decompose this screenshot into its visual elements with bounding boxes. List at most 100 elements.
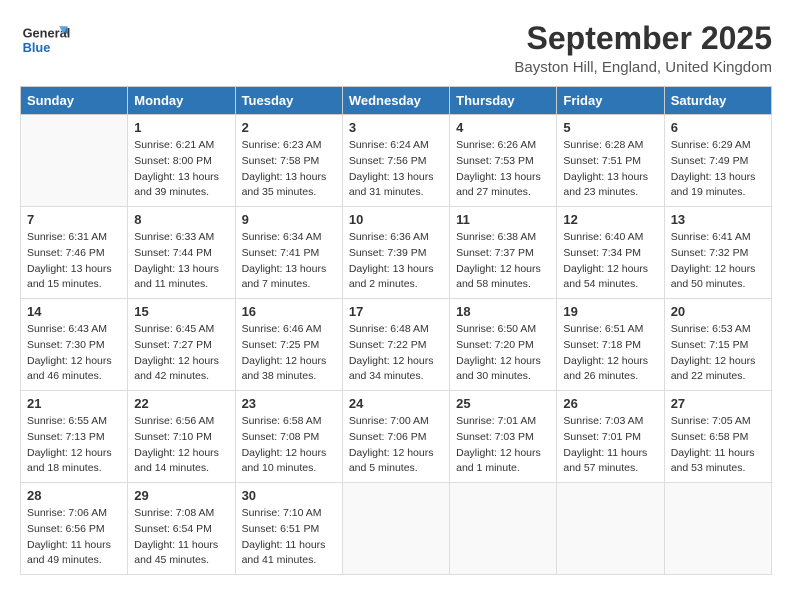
calendar-cell: 15Sunrise: 6:45 AMSunset: 7:27 PMDayligh… [128,299,235,391]
day-detail: Sunrise: 7:01 AMSunset: 7:03 PMDaylight:… [456,414,550,477]
day-detail: Sunrise: 6:45 AMSunset: 7:27 PMDaylight:… [134,322,228,385]
calendar-cell: 11 Sunrise: 6:38 AMSunset: 7:37 PMDayligh… [450,207,557,299]
calendar-cell [664,483,771,575]
calendar-cell: 12 Sunrise: 6:40 AMSunset: 7:34 PMDayligh… [557,207,664,299]
calendar-cell: 23 Sunrise: 6:58 AMSunset: 7:08 PMDayligh… [235,391,342,483]
day-number: 17 [349,304,443,319]
calendar-cell: 24 Sunrise: 7:00 AMSunset: 7:06 PMDayligh… [342,391,449,483]
week-row-4: 21 Sunrise: 6:55 AMSunset: 7:13 PMDayligh… [21,391,772,483]
calendar-cell: 19 Sunrise: 6:51 AMSunset: 7:18 PMDayligh… [557,299,664,391]
header-saturday: Saturday [664,87,771,115]
calendar-cell: 3Sunrise: 6:24 AMSunset: 7:56 PMDaylight… [342,115,449,207]
calendar-cell [342,483,449,575]
day-number: 19 [563,304,657,319]
day-number: 10 [349,212,443,227]
day-number: 21 [27,396,121,411]
day-number: 4 [456,120,550,135]
day-detail: Sunrise: 6:36 AMSunset: 7:39 PMDaylight:… [349,230,443,293]
week-row-1: 1 Sunrise: 6:21 AMSunset: 8:00 PMDaylight… [21,115,772,207]
calendar-cell: 2 Sunrise: 6:23 AMSunset: 7:58 PMDaylight… [235,115,342,207]
day-number: 6 [671,120,765,135]
calendar-cell: 27 Sunrise: 7:05 AMSunset: 6:58 PMDayligh… [664,391,771,483]
calendar-cell: 10 Sunrise: 6:36 AMSunset: 7:39 PMDayligh… [342,207,449,299]
calendar-cell [450,483,557,575]
month-title: September 2025 [514,20,772,57]
week-row-3: 14 Sunrise: 6:43 AMSunset: 7:30 PMDayligh… [21,299,772,391]
day-detail: Sunrise: 7:03 AMSunset: 7:01 PMDaylight:… [563,414,657,477]
page-header: General Blue September 2025 Bayston Hill… [20,20,772,76]
day-detail: Sunrise: 6:33 AMSunset: 7:44 PMDaylight:… [134,230,228,293]
calendar-cell: 25 Sunrise: 7:01 AMSunset: 7:03 PMDayligh… [450,391,557,483]
day-detail: Sunrise: 6:53 AMSunset: 7:15 PMDaylight:… [671,322,765,385]
day-number: 1 [134,120,228,135]
day-detail: Sunrise: 6:40 AMSunset: 7:34 PMDaylight:… [563,230,657,293]
day-detail: Sunrise: 6:21 AMSunset: 8:00 PMDaylight:… [134,138,228,201]
calendar-header-row: SundayMondayTuesdayWednesdayThursdayFrid… [21,87,772,115]
day-number: 24 [349,396,443,411]
calendar-cell: 8Sunrise: 6:33 AMSunset: 7:44 PMDaylight… [128,207,235,299]
calendar-cell [21,115,128,207]
calendar-cell: 22Sunrise: 6:56 AMSunset: 7:10 PMDayligh… [128,391,235,483]
day-number: 26 [563,396,657,411]
day-number: 13 [671,212,765,227]
header-sunday: Sunday [21,87,128,115]
calendar-cell: 18 Sunrise: 6:50 AMSunset: 7:20 PMDayligh… [450,299,557,391]
day-number: 7 [27,212,121,227]
calendar-cell: 4Sunrise: 6:26 AMSunset: 7:53 PMDaylight… [450,115,557,207]
day-detail: Sunrise: 6:46 AMSunset: 7:25 PMDaylight:… [242,322,336,385]
calendar-cell: 29 Sunrise: 7:08 AMSunset: 6:54 PMDayligh… [128,483,235,575]
location: Bayston Hill, England, United Kingdom [514,59,772,76]
calendar-cell: 30Sunrise: 7:10 AMSunset: 6:51 PMDayligh… [235,483,342,575]
calendar-cell: 9 Sunrise: 6:34 AMSunset: 7:41 PMDaylight… [235,207,342,299]
day-detail: Sunrise: 6:51 AMSunset: 7:18 PMDaylight:… [563,322,657,385]
week-row-5: 28 Sunrise: 7:06 AMSunset: 6:56 PMDayligh… [21,483,772,575]
calendar-cell: 28 Sunrise: 7:06 AMSunset: 6:56 PMDayligh… [21,483,128,575]
calendar-cell: 26 Sunrise: 7:03 AMSunset: 7:01 PMDayligh… [557,391,664,483]
calendar-cell: 14 Sunrise: 6:43 AMSunset: 7:30 PMDayligh… [21,299,128,391]
header-thursday: Thursday [450,87,557,115]
day-detail: Sunrise: 6:55 AMSunset: 7:13 PMDaylight:… [27,414,121,477]
day-number: 3 [349,120,443,135]
calendar-cell: 5 Sunrise: 6:28 AMSunset: 7:51 PMDaylight… [557,115,664,207]
day-detail: Sunrise: 6:34 AMSunset: 7:41 PMDaylight:… [242,230,336,293]
day-number: 9 [242,212,336,227]
day-number: 30 [242,488,336,503]
title-block: September 2025 Bayston Hill, England, Un… [514,20,772,76]
day-detail: Sunrise: 6:43 AMSunset: 7:30 PMDaylight:… [27,322,121,385]
day-detail: Sunrise: 6:58 AMSunset: 7:08 PMDaylight:… [242,414,336,477]
day-number: 11 [456,212,550,227]
day-detail: Sunrise: 6:41 AMSunset: 7:32 PMDaylight:… [671,230,765,293]
day-number: 2 [242,120,336,135]
calendar-cell: 1 Sunrise: 6:21 AMSunset: 8:00 PMDaylight… [128,115,235,207]
logo-icon: General Blue [20,20,70,60]
day-number: 27 [671,396,765,411]
day-detail: Sunrise: 7:08 AMSunset: 6:54 PMDaylight:… [134,506,228,569]
day-number: 25 [456,396,550,411]
day-number: 23 [242,396,336,411]
day-number: 18 [456,304,550,319]
day-number: 29 [134,488,228,503]
day-detail: Sunrise: 6:23 AMSunset: 7:58 PMDaylight:… [242,138,336,201]
day-number: 14 [27,304,121,319]
svg-text:Blue: Blue [23,40,51,55]
day-detail: Sunrise: 6:50 AMSunset: 7:20 PMDaylight:… [456,322,550,385]
header-tuesday: Tuesday [235,87,342,115]
calendar-table: SundayMondayTuesdayWednesdayThursdayFrid… [20,86,772,575]
day-number: 12 [563,212,657,227]
calendar-cell: 21 Sunrise: 6:55 AMSunset: 7:13 PMDayligh… [21,391,128,483]
calendar-cell: 6Sunrise: 6:29 AMSunset: 7:49 PMDaylight… [664,115,771,207]
calendar-cell [557,483,664,575]
day-detail: Sunrise: 7:00 AMSunset: 7:06 PMDaylight:… [349,414,443,477]
day-detail: Sunrise: 6:31 AMSunset: 7:46 PMDaylight:… [27,230,121,293]
day-detail: Sunrise: 6:48 AMSunset: 7:22 PMDaylight:… [349,322,443,385]
day-number: 5 [563,120,657,135]
week-row-2: 7 Sunrise: 6:31 AMSunset: 7:46 PMDaylight… [21,207,772,299]
day-detail: Sunrise: 7:05 AMSunset: 6:58 PMDaylight:… [671,414,765,477]
day-detail: Sunrise: 6:28 AMSunset: 7:51 PMDaylight:… [563,138,657,201]
header-wednesday: Wednesday [342,87,449,115]
day-detail: Sunrise: 6:38 AMSunset: 7:37 PMDaylight:… [456,230,550,293]
logo: General Blue [20,20,70,60]
day-detail: Sunrise: 7:06 AMSunset: 6:56 PMDaylight:… [27,506,121,569]
calendar-cell: 7 Sunrise: 6:31 AMSunset: 7:46 PMDaylight… [21,207,128,299]
day-number: 28 [27,488,121,503]
